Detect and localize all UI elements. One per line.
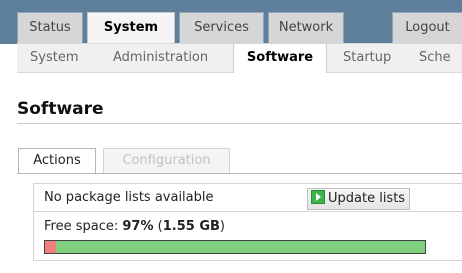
top-navigation-bar: Status System Services Network Logout <box>0 0 462 44</box>
free-space-text: Free space: 97% (1.55 GB) <box>44 217 225 237</box>
free-space-bar <box>44 240 426 254</box>
page-title: Software <box>17 99 104 119</box>
free-space-percent: 97% <box>122 219 154 234</box>
tab-services[interactable]: Services <box>179 12 264 43</box>
tab-status[interactable]: Status <box>17 12 83 43</box>
tab-actions[interactable]: Actions <box>18 148 96 174</box>
free-space-paren-close: ) <box>219 219 225 234</box>
used-space-fill <box>45 241 57 253</box>
subnav-item-administration[interactable]: Administration <box>113 44 208 72</box>
subnav-item-system[interactable]: System <box>30 44 78 72</box>
content-tabs-divider <box>17 173 462 174</box>
tab-network[interactable]: Network <box>268 12 344 43</box>
subnav-item-software[interactable]: Software <box>233 44 327 73</box>
panel-row-divider <box>33 211 462 212</box>
sub-navigation: System Administration Software Startup S… <box>17 44 462 73</box>
free-space-paren-open: ( <box>153 219 163 234</box>
package-list-status: No package lists available <box>44 190 214 205</box>
update-lists-label: Update lists <box>328 191 406 206</box>
play-refresh-icon <box>311 190 325 204</box>
tab-system[interactable]: System <box>87 12 175 44</box>
subnav-item-startup[interactable]: Startup <box>343 44 391 72</box>
free-space-size: 1.55 GB <box>162 219 220 234</box>
title-divider <box>17 123 462 124</box>
tab-configuration[interactable]: Configuration <box>103 148 230 174</box>
tab-logout[interactable]: Logout <box>392 12 462 43</box>
subnav-item-scheduled-tasks[interactable]: Sche <box>419 44 451 72</box>
free-space-prefix: Free space: <box>44 219 123 234</box>
update-lists-button[interactable]: Update lists <box>307 188 411 210</box>
